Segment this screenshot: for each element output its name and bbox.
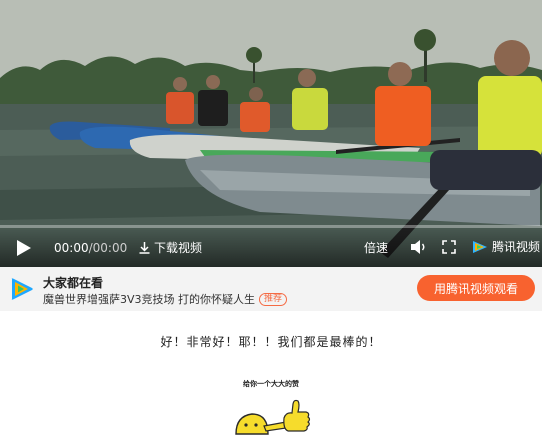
fullscreen-icon <box>442 240 456 254</box>
brand-label: 腾讯视频 <box>492 240 541 254</box>
recommended-video-title: 魔兽世界增强萨3V3竞技场 打的你怀疑人生 <box>43 293 256 306</box>
current-time: 00:00 <box>54 241 89 255</box>
tencent-video-brand[interactable]: 腾讯视频 <box>472 240 540 254</box>
download-button[interactable]: 下载视频 <box>139 241 202 255</box>
tencent-video-logo <box>11 278 33 300</box>
play-button[interactable] <box>16 239 32 257</box>
sticker-title: 给你一个大大的赞 <box>243 380 299 388</box>
recommend-badge: 推荐 <box>259 292 288 306</box>
recommendation-title: 大家都在看 <box>43 276 104 290</box>
fullscreen-button[interactable] <box>442 240 456 254</box>
download-label: 下载视频 <box>154 241 203 255</box>
thumbs-up-sticker <box>235 399 311 435</box>
duration: 00:00 <box>92 241 128 255</box>
open-in-tencent-video-button[interactable]: 用腾讯视频观看 <box>417 275 535 301</box>
play-icon <box>17 240 31 256</box>
download-icon <box>139 242 150 254</box>
video-player[interactable]: 00:00/00:00 下载视频 倍速 腾讯视频 <box>0 0 542 267</box>
speed-button[interactable]: 倍速 <box>364 241 388 255</box>
recommended-video-link[interactable]: 魔兽世界增强萨3V3竞技场 打的你怀疑人生 推荐 <box>43 291 288 307</box>
article-caption: 好！非常好！耶！！我们都是最棒的！ <box>160 335 382 349</box>
progress-bar[interactable] <box>0 225 542 228</box>
volume-button[interactable] <box>410 239 428 255</box>
tencent-video-logo <box>473 241 487 253</box>
volume-icon <box>411 240 425 254</box>
time-display: 00:00/00:00 <box>54 241 127 255</box>
player-controls: 00:00/00:00 下载视频 倍速 腾讯视频 <box>0 225 542 267</box>
